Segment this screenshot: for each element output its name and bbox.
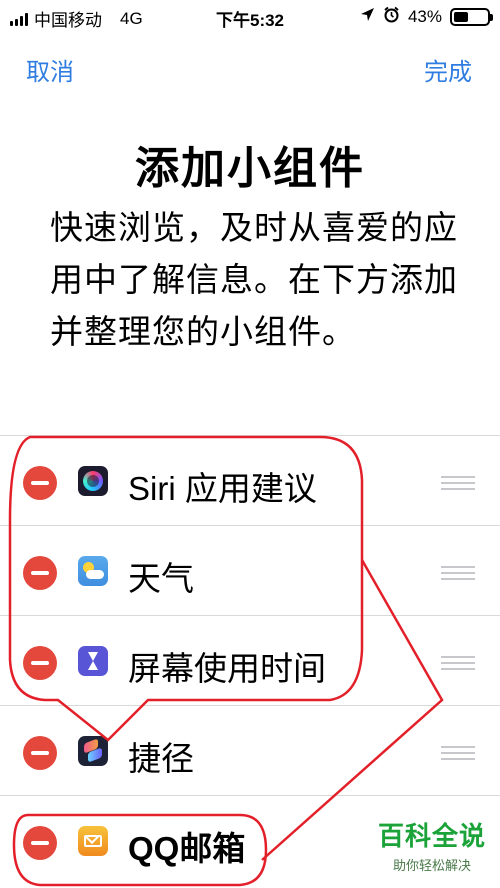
widget-label: 天气 [128,560,194,597]
remove-icon[interactable] [23,646,57,680]
widget-row-siri[interactable]: Siri 应用建议 [0,436,500,526]
widget-label: 屏幕使用时间 [128,650,326,687]
location-icon [360,7,375,27]
siri-icon [78,466,108,496]
alarm-icon [383,6,400,28]
reorder-handle-icon[interactable] [441,476,475,494]
widget-label: Siri 应用建议 [128,470,317,507]
battery-percent: 43% [407,7,442,26]
page-title: 添加小组件 [135,144,365,193]
qq-mail-icon [78,826,108,856]
page-description: 快速浏览，及时从喜爱的应用中了解信息。在下方添加并整理您的小组件。 [50,209,458,350]
reorder-handle-icon[interactable] [441,746,475,764]
reorder-handle-icon[interactable] [441,656,475,674]
watermark-subtitle: 助你轻松解决 [392,858,471,873]
remove-icon[interactable] [23,466,57,500]
watermark: 百科全说 助你轻松解决 [378,816,486,874]
watermark-title: 百科全说 [377,821,486,851]
status-bar: 中国移动 4G 下午5:32 43% [0,0,500,34]
widget-row-weather[interactable]: 天气 [0,526,500,616]
shortcuts-icon [78,736,108,766]
done-button[interactable]: 完成 [424,52,472,87]
widget-label: QQ邮箱 [128,830,246,867]
cancel-button[interactable]: 取消 [26,52,74,87]
reorder-handle-icon[interactable] [441,566,475,584]
widget-label: 捷径 [128,740,194,777]
screen-time-icon [78,646,108,676]
weather-icon [78,556,108,586]
widget-row-shortcuts[interactable]: 捷径 [0,706,500,796]
remove-icon[interactable] [23,556,57,590]
remove-icon[interactable] [23,826,57,860]
widget-row-screen-time[interactable]: 屏幕使用时间 [0,616,500,706]
battery-icon [450,8,493,26]
remove-icon[interactable] [23,736,57,770]
